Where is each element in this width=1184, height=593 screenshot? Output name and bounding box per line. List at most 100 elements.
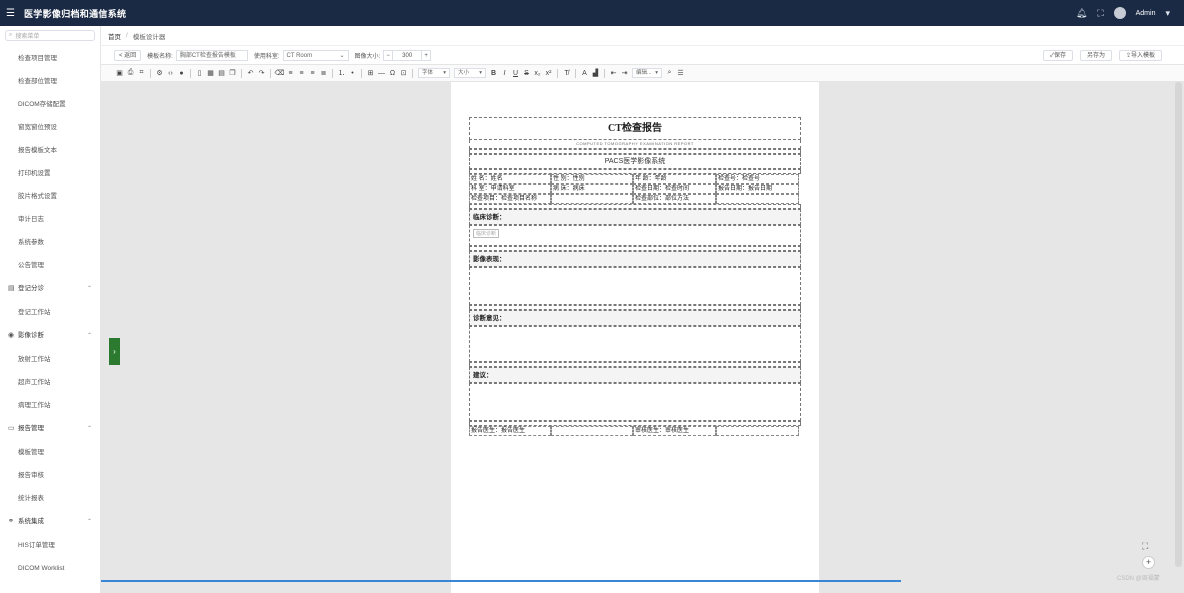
- section-heading[interactable]: 临床诊断：: [469, 209, 801, 225]
- table-icon[interactable]: ⊞: [365, 69, 376, 77]
- size-input[interactable]: 300: [393, 49, 422, 61]
- font-color-icon[interactable]: A: [579, 70, 590, 77]
- signature-cell[interactable]: [551, 426, 633, 436]
- align-center-icon[interactable]: ≡: [296, 70, 307, 77]
- dot-icon[interactable]: ●: [176, 70, 187, 77]
- strikethrough-icon[interactable]: S: [521, 70, 532, 77]
- code-icon[interactable]: ‹›: [165, 70, 176, 77]
- align-justify-icon[interactable]: ≣: [318, 69, 329, 77]
- section-heading[interactable]: 影像表现：: [469, 251, 801, 267]
- undo-icon[interactable]: ↶: [245, 69, 256, 77]
- sidebar-item[interactable]: 公告管理: [0, 254, 100, 277]
- sidebar-item[interactable]: 放射工作站: [0, 348, 100, 371]
- redo-icon[interactable]: ↷: [256, 69, 267, 77]
- bold-icon[interactable]: B: [488, 70, 499, 77]
- hospital-name[interactable]: PACS医学影像系统: [469, 154, 801, 169]
- vertical-scrollbar[interactable]: [1175, 82, 1182, 567]
- report-title[interactable]: CT检查报告: [469, 117, 801, 140]
- search-input[interactable]: 搜索菜单: [15, 31, 39, 40]
- info-cell[interactable]: 病 床：病床: [551, 184, 633, 194]
- sidebar-search[interactable]: ⌕ 搜索菜单: [5, 30, 95, 41]
- picture-icon[interactable]: ▤: [216, 69, 227, 77]
- copy-icon[interactable]: ❐: [227, 69, 238, 77]
- zoom-in-button[interactable]: +: [1142, 556, 1155, 569]
- image-icon[interactable]: ▦: [205, 69, 216, 77]
- info-cell[interactable]: 检查号：检查号: [716, 174, 799, 184]
- highlight-icon[interactable]: ▟: [590, 69, 601, 77]
- sidebar-item[interactable]: 检查项目管理: [0, 47, 100, 70]
- info-cell[interactable]: 检查日期：检查时间: [633, 184, 716, 194]
- underline-icon[interactable]: U: [510, 70, 521, 77]
- section-body[interactable]: 临床诊断: [469, 225, 801, 246]
- save-as-button[interactable]: 另存为: [1079, 49, 1112, 61]
- section-heading[interactable]: 诊断意见：: [469, 310, 801, 326]
- breadcrumb-home[interactable]: 首页: [108, 31, 121, 41]
- search-icon[interactable]: ⌕: [664, 69, 675, 77]
- print-icon[interactable]: ⎙: [125, 69, 136, 77]
- expand-icon[interactable]: ⛶: [1142, 541, 1148, 552]
- font-size-select[interactable]: 大小 ▾: [454, 68, 486, 78]
- size-increment-button[interactable]: +: [421, 49, 432, 61]
- sidebar-item[interactable]: 病理工作站: [0, 394, 100, 417]
- sidebar-item[interactable]: 报告模板文本: [0, 139, 100, 162]
- import-template-button[interactable]: ⇪导入模板: [1118, 49, 1162, 61]
- font-family-select[interactable]: 字体 ▾: [418, 68, 450, 78]
- info-cell[interactable]: [716, 194, 799, 204]
- expand-panel-button[interactable]: ›: [109, 338, 120, 365]
- edit-menu-select[interactable]: 编辑... ▾: [632, 68, 662, 78]
- sidebar-item[interactable]: 检查部位管理: [0, 70, 100, 93]
- italic-icon[interactable]: I: [499, 70, 510, 77]
- sidebar-item[interactable]: DICOM存储配置: [0, 93, 100, 116]
- template-name-input[interactable]: 胸部CT检查报告模板: [175, 49, 248, 61]
- report-subtitle[interactable]: COMPUTED TOMOGRAPHY EXAMINATION REPORT: [469, 140, 801, 149]
- section-body[interactable]: [469, 267, 801, 305]
- field-placeholder[interactable]: 临床诊断: [473, 229, 500, 238]
- dept-select[interactable]: CT Room ⌄: [282, 49, 349, 61]
- info-cell[interactable]: 姓 名：姓名: [469, 174, 551, 184]
- signature-cell[interactable]: 报告医生：报告医生: [469, 426, 551, 436]
- signature-cell[interactable]: 审核医生：审核医生: [633, 426, 716, 436]
- fullscreen-icon[interactable]: ⛶: [1097, 8, 1103, 19]
- sidebar-item[interactable]: HIS订单管理: [0, 534, 100, 557]
- clear-format-icon[interactable]: ⌫: [274, 69, 285, 77]
- info-cell[interactable]: 年 龄：年龄: [633, 174, 716, 184]
- info-cell[interactable]: 科 室：申请科室: [469, 184, 551, 194]
- info-cell[interactable]: 报告日期：报告日期: [716, 184, 799, 194]
- section-heading[interactable]: 建议：: [469, 367, 801, 383]
- unordered-list-icon[interactable]: •: [347, 70, 358, 77]
- sidebar-group-16[interactable]: ▭ 报告管理 ⌃: [0, 417, 100, 441]
- save-button[interactable]: ✓保存: [1042, 49, 1073, 61]
- sidebar-item[interactable]: 胶片格式设置: [0, 185, 100, 208]
- settings-icon[interactable]: ⚙: [154, 69, 165, 77]
- sidebar-item[interactable]: 系统参数: [0, 231, 100, 254]
- signature-cell[interactable]: [716, 426, 799, 436]
- indent-icon[interactable]: ⇤: [608, 69, 619, 77]
- info-cell[interactable]: 检查项目：检查项目名称: [469, 194, 551, 204]
- avatar[interactable]: [1113, 7, 1126, 19]
- sidebar-item[interactable]: 超声工作站: [0, 371, 100, 394]
- clear-style-icon[interactable]: T̸: [561, 70, 572, 77]
- special-char-icon[interactable]: Ω: [387, 70, 398, 77]
- sidebar-item[interactable]: 模板管理: [0, 441, 100, 464]
- superscript-icon[interactable]: x²: [543, 70, 554, 77]
- section-body[interactable]: [469, 326, 801, 362]
- bell-icon[interactable]: 🔔︎: [1076, 8, 1087, 19]
- sidebar-group-20[interactable]: ⚭ 系统集成 ⌃: [0, 510, 100, 534]
- info-cell[interactable]: 检查部位：部位方法: [633, 194, 716, 204]
- sidebar-item[interactable]: 登记工作站: [0, 301, 100, 324]
- hamburger-icon[interactable]: ☰: [6, 8, 24, 19]
- info-cell[interactable]: [551, 194, 633, 204]
- size-decrement-button[interactable]: −: [383, 49, 394, 61]
- ordered-list-icon[interactable]: ⒈: [336, 68, 347, 78]
- save-icon[interactable]: ▣: [114, 69, 125, 77]
- chevron-down-icon[interactable]: ▾: [1165, 8, 1170, 19]
- section-body[interactable]: [469, 383, 801, 421]
- user-name[interactable]: Admin: [1136, 10, 1156, 17]
- sidebar-group-12[interactable]: ◉ 影像诊断 ⌃: [0, 324, 100, 348]
- align-left-icon[interactable]: ≡: [285, 70, 296, 77]
- sidebar-item[interactable]: 统计报表: [0, 487, 100, 510]
- outdent-icon[interactable]: ⇥: [619, 69, 630, 77]
- horizontal-rule-icon[interactable]: ―: [376, 70, 387, 77]
- subscript-icon[interactable]: x₂: [532, 70, 543, 77]
- sidebar-item[interactable]: DICOM Worklist: [0, 557, 100, 580]
